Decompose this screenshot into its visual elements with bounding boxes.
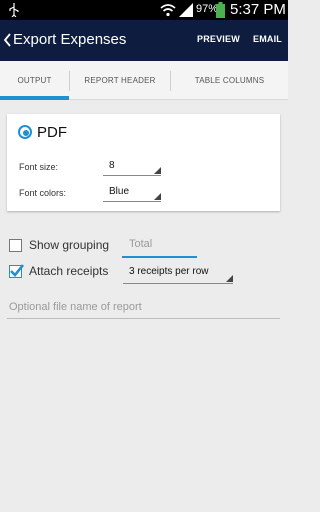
show-grouping-checkbox[interactable] xyxy=(9,239,22,252)
page-title[interactable]: Export Expenses xyxy=(13,31,126,48)
preview-button[interactable]: PREVIEW xyxy=(197,34,240,44)
attach-receipts-row[interactable]: Attach receipts xyxy=(9,263,119,283)
dropdown-triangle-icon xyxy=(154,167,161,174)
show-grouping-row[interactable]: Show grouping xyxy=(9,237,119,257)
receipts-per-row-value: 3 receipts per row xyxy=(129,266,209,277)
font-colors-value: Blue xyxy=(109,186,130,197)
battery-percent: 97% xyxy=(196,3,219,15)
radio-selected-dot xyxy=(23,130,29,136)
dropdown-triangle-icon xyxy=(226,275,233,282)
back-icon[interactable] xyxy=(2,31,12,49)
pdf-radio[interactable] xyxy=(18,125,32,139)
font-size-spinner[interactable]: 8 xyxy=(103,157,161,176)
tab-output-label: OUTPUT xyxy=(17,76,52,85)
checkmark-icon xyxy=(10,264,25,277)
dropdown-triangle-icon xyxy=(154,193,161,200)
tab-report-header[interactable]: REPORT HEADER xyxy=(70,61,170,99)
font-colors-spinner[interactable]: Blue xyxy=(103,183,161,202)
attach-receipts-checkbox[interactable] xyxy=(9,264,25,278)
font-colors-label: Font colors: xyxy=(19,188,67,198)
wifi-icon xyxy=(160,4,176,17)
filename-input[interactable]: Optional file name of report xyxy=(7,298,280,319)
filename-placeholder: Optional file name of report xyxy=(9,301,142,313)
pdf-options-card: PDF Font size: 8 Font colors: Blue xyxy=(7,114,280,211)
clock: 5:37 PM xyxy=(230,1,286,18)
show-grouping-label: Show grouping xyxy=(29,238,110,252)
grouping-total-placeholder: Total xyxy=(129,238,153,250)
email-button[interactable]: EMAIL xyxy=(253,34,282,44)
status-bar: 97% 5:37 PM xyxy=(0,0,288,20)
tab-table-columns[interactable]: TABLE COLUMNS xyxy=(171,61,288,99)
receipts-per-row-spinner[interactable]: 3 receipts per row xyxy=(123,263,233,284)
attach-receipts-label: Attach receipts xyxy=(29,264,109,278)
font-size-label: Font size: xyxy=(19,162,59,172)
tab-table-columns-label: TABLE COLUMNS xyxy=(194,76,265,85)
usb-icon xyxy=(9,3,19,17)
tab-report-header-label: REPORT HEADER xyxy=(84,76,156,85)
tab-output[interactable]: OUTPUT xyxy=(0,61,69,100)
font-size-value: 8 xyxy=(109,160,115,171)
signal-icon xyxy=(179,3,193,17)
grouping-total-input[interactable]: Total xyxy=(122,236,197,258)
action-bar: Export Expenses PREVIEW EMAIL xyxy=(0,20,288,61)
tab-bar: OUTPUT REPORT HEADER TABLE COLUMNS xyxy=(0,61,288,100)
pdf-label[interactable]: PDF xyxy=(37,124,67,141)
tab-selected-indicator xyxy=(0,96,69,100)
battery-icon xyxy=(216,2,225,18)
